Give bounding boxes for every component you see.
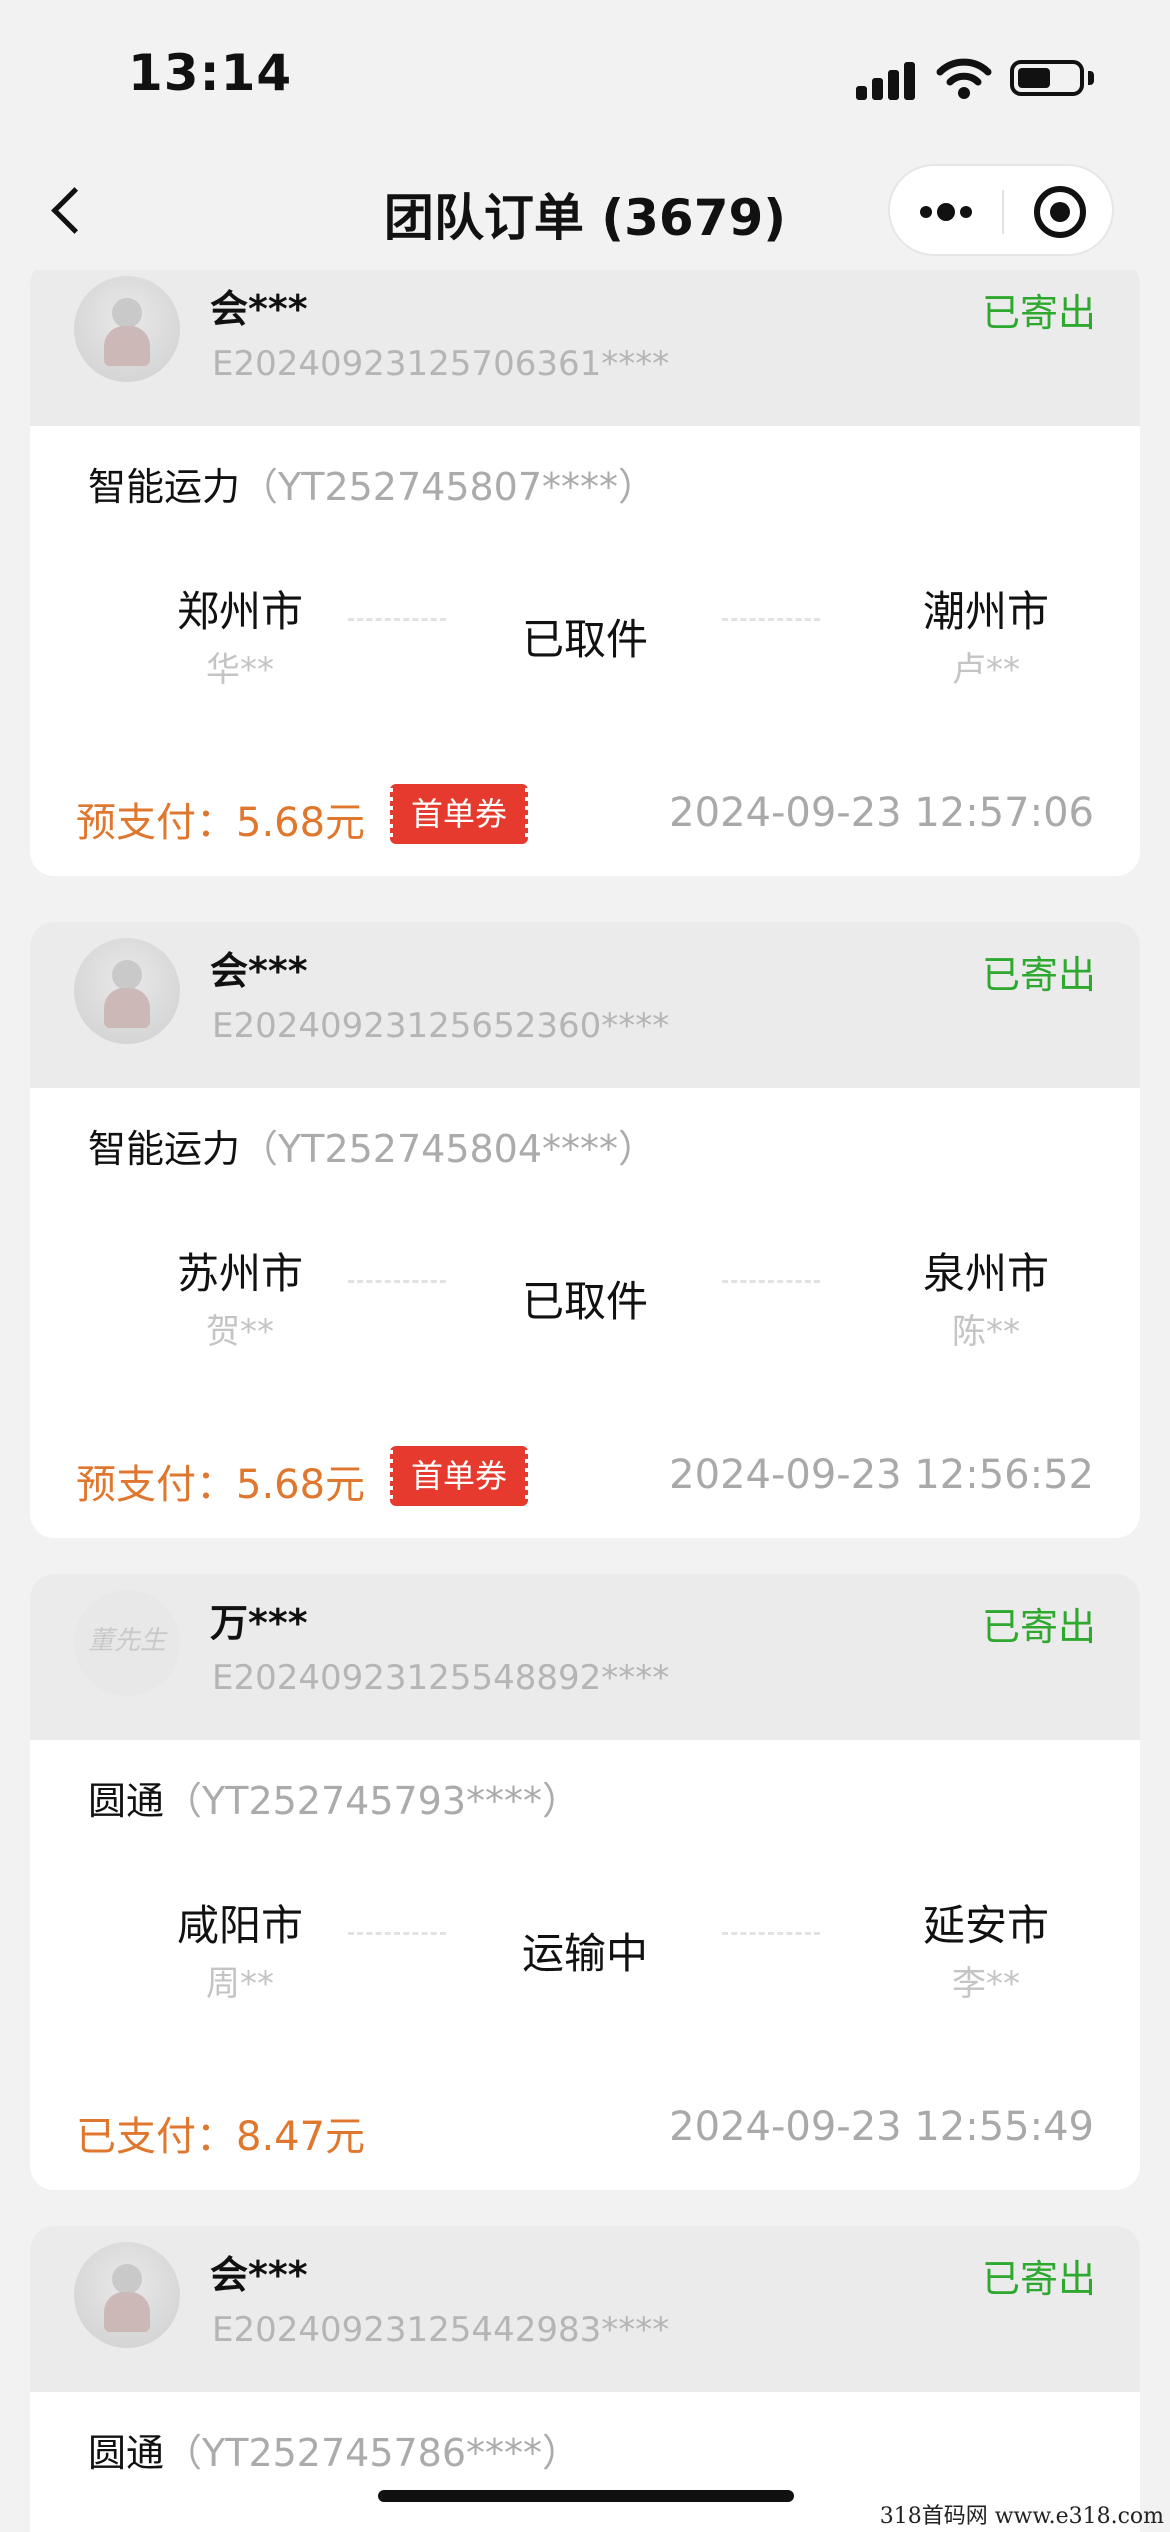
- to-city: 延安市: [922, 1901, 1049, 1950]
- payment-amount: 预支付：5.68元: [76, 800, 366, 846]
- battery-cap: [1088, 71, 1094, 85]
- route-dash: [722, 1932, 820, 1935]
- order-status: 已寄出: [981, 291, 1096, 335]
- route-dash: [348, 1932, 446, 1935]
- order-card-header: 会*** E20240923125652360**** 已寄出: [30, 922, 1140, 1088]
- tracking-number: （YT252745786****）: [164, 2431, 581, 2475]
- tracking-number: （YT252745804****）: [240, 1127, 657, 1171]
- battery-icon: [1010, 60, 1084, 96]
- buyer-name: 会***: [210, 287, 308, 331]
- from-city: 郑州市: [176, 587, 303, 636]
- route: 咸阳市 周** 运输中 延安市 李**: [30, 1892, 1140, 2022]
- route-dash: [722, 618, 820, 621]
- carrier-name: 圆通: [88, 2431, 165, 2475]
- order-number: E20240923125442983****: [212, 2310, 670, 2350]
- status-time: 13:14: [128, 44, 293, 102]
- order-number: E20240923125652360****: [212, 1006, 670, 1046]
- watermark: 318首码网 www.e318.com: [879, 2504, 1164, 2529]
- from-city: 苏州市: [176, 1249, 303, 1298]
- order-time: 2024-09-23 12:56:52: [669, 1452, 1094, 1498]
- screen: 13:14 团队订单 (3679) 会*** E2024092312570636…: [0, 0, 1170, 2532]
- carrier-name: 智能运力: [88, 465, 241, 509]
- receiver-name: 李**: [952, 1964, 1020, 2004]
- transit-status: 已取件: [521, 615, 648, 664]
- first-order-coupon-badge: 首单券: [387, 784, 531, 844]
- tracking-number: （YT252745807****）: [240, 465, 657, 509]
- carrier-line: 圆通（YT252745793****）: [88, 1770, 580, 1825]
- order-status: 已寄出: [981, 2257, 1096, 2301]
- battery-level: [1018, 68, 1050, 88]
- order-number: E20240923125548892****: [212, 1658, 670, 1698]
- sender-name: 贺**: [206, 1312, 274, 1352]
- from-city: 咸阳市: [176, 1901, 303, 1950]
- route-dash: [722, 1280, 820, 1283]
- carrier-line: 圆通（YT252745786****）: [88, 2422, 580, 2477]
- status-bar: 13:14: [0, 0, 1170, 150]
- order-time: 2024-09-23 12:55:49: [669, 2104, 1094, 2150]
- avatar: [74, 276, 180, 382]
- buyer-name: 会***: [210, 949, 308, 993]
- order-card[interactable]: 会*** E20240923125706361**** 已寄出 智能运力（YT2…: [30, 260, 1140, 876]
- nav-bar: 团队订单 (3679): [0, 150, 1170, 270]
- order-status: 已寄出: [981, 953, 1096, 997]
- transit-status: 运输中: [521, 1929, 648, 1978]
- order-card[interactable]: 会*** E20240923125442983**** 已寄出 圆通（YT252…: [30, 2226, 1140, 2532]
- wifi-icon: [936, 58, 992, 99]
- cellular-signal-icon: [856, 60, 916, 100]
- sender-name: 华**: [206, 650, 274, 690]
- home-indicator[interactable]: [378, 2490, 794, 2502]
- order-card-header: 董先生 万*** E20240923125548892**** 已寄出: [30, 1574, 1140, 1740]
- first-order-coupon-badge: 首单券: [387, 1446, 531, 1506]
- avatar-logo-text: 董先生: [87, 1626, 166, 1656]
- to-city: 潮州市: [922, 587, 1049, 636]
- tracking-number: （YT252745793****）: [164, 1779, 581, 1823]
- avatar: 董先生: [74, 1590, 180, 1696]
- receiver-name: 卢**: [952, 650, 1020, 690]
- carrier-name: 智能运力: [88, 1127, 241, 1171]
- buyer-name: 会***: [210, 2253, 308, 2297]
- close-miniapp-button[interactable]: [1004, 166, 1116, 258]
- order-card[interactable]: 董先生 万*** E20240923125548892**** 已寄出 圆通（Y…: [30, 1574, 1140, 2190]
- route: 苏州市 贺** 已取件 泉州市 陈**: [30, 1240, 1140, 1370]
- avatar: [74, 2242, 180, 2348]
- sender-name: 周**: [206, 1964, 274, 2004]
- order-time: 2024-09-23 12:57:06: [669, 790, 1094, 836]
- receiver-name: 陈**: [952, 1312, 1020, 1352]
- carrier-name: 圆通: [88, 1779, 165, 1823]
- route: 郑州市 华** 已取件 潮州市 卢**: [30, 578, 1140, 708]
- order-card[interactable]: 会*** E20240923125652360**** 已寄出 智能运力（YT2…: [30, 922, 1140, 1538]
- order-card-header: 会*** E20240923125706361**** 已寄出: [30, 260, 1140, 426]
- avatar: [74, 938, 180, 1044]
- payment-amount: 已支付：8.47元: [76, 2114, 366, 2160]
- buyer-name: 万***: [210, 1601, 308, 1645]
- to-city: 泉州市: [922, 1249, 1049, 1298]
- order-status: 已寄出: [981, 1605, 1096, 1649]
- route-dash: [348, 618, 446, 621]
- route-dash: [348, 1280, 446, 1283]
- more-button[interactable]: [890, 166, 1002, 258]
- miniapp-capsule: [888, 164, 1114, 256]
- carrier-line: 智能运力（YT252745804****）: [88, 1118, 656, 1173]
- payment-amount: 预支付：5.68元: [76, 1462, 366, 1508]
- carrier-line: 智能运力（YT252745807****）: [88, 456, 656, 511]
- transit-status: 已取件: [521, 1277, 648, 1326]
- order-number: E20240923125706361****: [212, 344, 670, 384]
- order-card-header: 会*** E20240923125442983**** 已寄出: [30, 2226, 1140, 2392]
